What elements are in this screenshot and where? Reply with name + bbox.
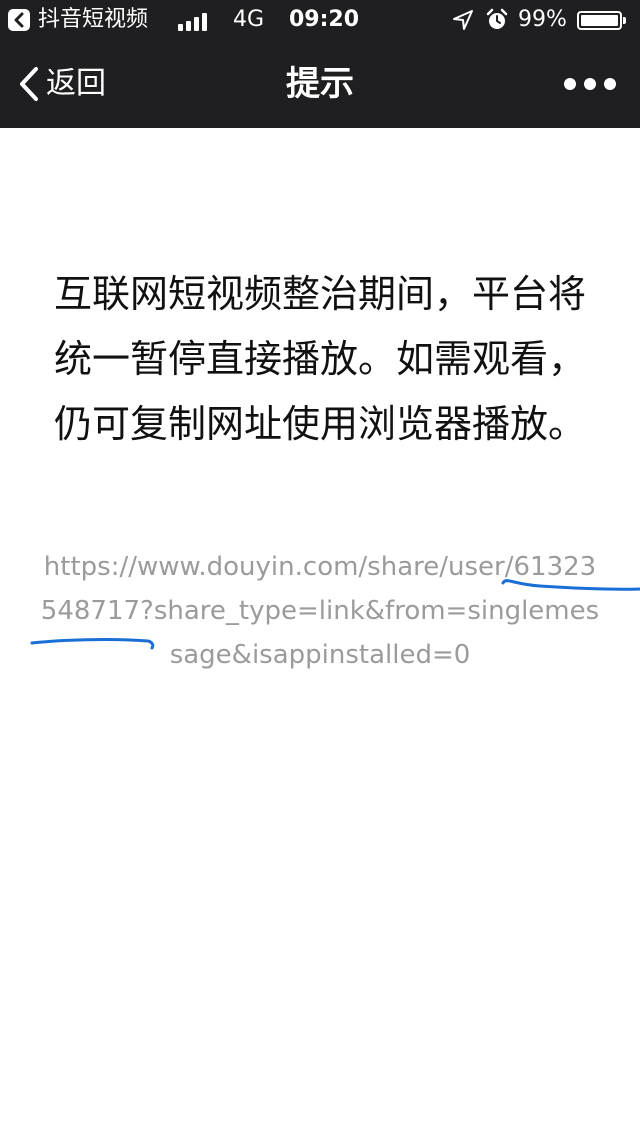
battery-icon xyxy=(577,11,622,30)
back-app-icon[interactable] xyxy=(8,9,30,31)
alarm-clock-icon xyxy=(486,8,508,29)
status-bar: 抖音短视频 4G 09:20 99% xyxy=(0,0,640,40)
back-app-name[interactable]: 抖音短视频 xyxy=(38,7,148,33)
clock-time: 09:20 xyxy=(289,7,360,32)
signal-icon xyxy=(178,11,214,31)
notice-message: 互联网短视频整治期间，平台将统一暂停直接播放。如需观看，仍可复制网址使用浏览器播… xyxy=(53,272,586,446)
back-button-label: 返回 xyxy=(46,66,106,101)
battery-tip xyxy=(623,17,626,24)
back-button[interactable]: 返回 xyxy=(18,64,106,104)
location-arrow-icon xyxy=(453,10,473,30)
chevron-left-icon xyxy=(20,67,38,101)
battery-percent: 99% xyxy=(518,7,567,32)
nav-bar: 返回 提示 xyxy=(0,40,640,128)
more-dots-icon[interactable] xyxy=(562,74,618,94)
network-type: 4G xyxy=(233,7,265,32)
share-url[interactable]: https://www.douyin.com/share/user/613235… xyxy=(36,545,604,677)
battery-level xyxy=(581,15,618,26)
